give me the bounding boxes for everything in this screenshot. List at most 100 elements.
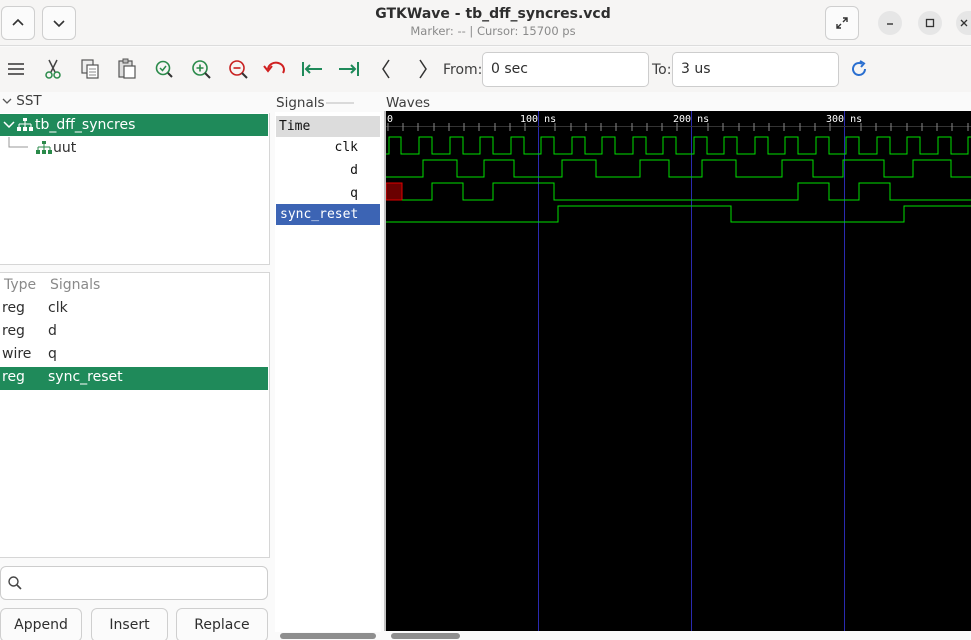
signal-list-row[interactable]: wire q xyxy=(0,344,268,367)
signals-scrollbar[interactable] xyxy=(280,633,376,639)
toolbar: From: 0 sec To: 3 us xyxy=(0,47,971,92)
hamburger-icon xyxy=(8,63,24,75)
signals-panel-header: Signals xyxy=(276,95,355,111)
maximize-button[interactable] xyxy=(918,11,942,35)
reload-button[interactable] xyxy=(845,55,873,83)
q-unknown-state xyxy=(386,182,403,201)
sync-reset-waveform xyxy=(386,205,971,223)
waveform-area[interactable]: 0 100 ns 200 ns 300 ns xyxy=(386,111,971,631)
tree-item-label: tb_dff_syncres xyxy=(35,117,136,133)
signals-panel: Time clk d q sync_reset xyxy=(275,112,381,632)
tree-branch-icon xyxy=(8,137,28,148)
zoom-out-button[interactable] xyxy=(224,55,252,83)
append-button[interactable]: Append xyxy=(0,608,82,640)
next-button[interactable] xyxy=(42,6,76,40)
waveform-canvas[interactable]: 0 100 ns 200 ns 300 ns xyxy=(386,111,971,631)
maximize-icon xyxy=(925,18,935,28)
signal-type: reg xyxy=(2,369,25,385)
header-bar: GTKWave - tb_dff_syncres.vcd Marker: -- … xyxy=(0,0,971,46)
jump-end-button[interactable] xyxy=(335,55,363,83)
replace-button[interactable]: Replace xyxy=(176,608,268,640)
col-type-header[interactable]: Type xyxy=(4,277,36,293)
time-tick-label: 200 ns xyxy=(673,114,709,125)
copy-icon xyxy=(81,59,99,79)
menu-button[interactable] xyxy=(2,55,30,83)
signal-name: sync_reset xyxy=(48,369,123,385)
signal-list-row-selected[interactable]: reg sync_reset xyxy=(0,367,268,390)
clk-waveform xyxy=(386,136,971,155)
zoom-in-icon xyxy=(192,60,211,79)
zoom-out-icon xyxy=(229,60,248,79)
scissors-icon xyxy=(45,59,61,79)
time-tick-label: 0 xyxy=(387,114,393,125)
insert-button[interactable]: Insert xyxy=(91,608,168,640)
signal-type-list: Type Signals reg clk reg d wire q reg sy… xyxy=(0,272,270,558)
search-icon xyxy=(8,576,22,590)
time-tick-label: 100 ns xyxy=(520,114,556,125)
waves-scrollbar[interactable] xyxy=(391,633,460,639)
close-button[interactable] xyxy=(956,11,971,35)
signal-list-row[interactable]: reg clk xyxy=(0,298,268,321)
signal-type: wire xyxy=(2,346,32,362)
sst-header[interactable]: SST xyxy=(0,93,270,113)
chevron-left-icon xyxy=(382,59,390,79)
undo-icon xyxy=(263,61,285,74)
tree-item-label: uut xyxy=(53,140,77,156)
chevron-down-icon xyxy=(53,20,65,28)
signal-name: clk xyxy=(48,300,68,316)
previous-edge-button[interactable] xyxy=(372,55,400,83)
minimize-button[interactable] xyxy=(878,11,902,35)
to-label: To: xyxy=(652,62,672,78)
next-edge-button[interactable] xyxy=(409,55,437,83)
signal-list-header: Type Signals xyxy=(0,273,268,297)
paste-button[interactable] xyxy=(113,55,141,83)
signal-search-input[interactable] xyxy=(0,566,268,600)
signal-name: q xyxy=(48,346,57,362)
fullscreen-button[interactable] xyxy=(825,6,859,40)
waves-header-label: Waves xyxy=(386,95,431,111)
window-title: GTKWave - tb_dff_syncres.vcd xyxy=(375,6,611,22)
zoom-in-button[interactable] xyxy=(187,55,215,83)
signal-type: reg xyxy=(2,323,25,339)
signal-row-clk[interactable]: clk xyxy=(276,137,380,158)
expander-down-icon xyxy=(2,98,12,104)
jump-to-end-icon xyxy=(339,62,359,76)
d-waveform xyxy=(386,159,971,178)
signal-type: reg xyxy=(2,300,25,316)
undo-zoom-button[interactable] xyxy=(261,55,289,83)
paste-icon xyxy=(118,58,136,79)
signal-row-q[interactable]: q xyxy=(276,183,380,204)
signal-list-row[interactable]: reg d xyxy=(0,321,268,344)
cut-button[interactable] xyxy=(39,55,67,83)
minimize-icon xyxy=(887,23,893,25)
header-rule xyxy=(325,102,354,104)
jump-start-button[interactable] xyxy=(298,55,326,83)
close-icon xyxy=(960,19,967,27)
copy-button[interactable] xyxy=(76,55,104,83)
expand-icon xyxy=(836,17,848,29)
time-row: Time xyxy=(276,116,380,137)
chevron-right-icon xyxy=(419,59,427,79)
window-subtitle: Marker: -- | Cursor: 15700 ps xyxy=(410,24,576,38)
zoom-fit-button[interactable] xyxy=(150,55,178,83)
previous-button[interactable] xyxy=(1,6,35,40)
col-signals-header[interactable]: Signals xyxy=(50,277,100,293)
signal-name: d xyxy=(48,323,57,339)
sst-header-label: SST xyxy=(16,93,42,109)
tree-item-uut[interactable]: uut xyxy=(0,137,268,159)
from-label: From: xyxy=(443,62,483,78)
tree-item-tb-dff-syncres[interactable]: tb_dff_syncres xyxy=(0,114,268,136)
signals-header-label: Signals xyxy=(276,95,325,111)
signal-row-sync-reset[interactable]: sync_reset xyxy=(276,204,380,225)
time-tick-label: 300 ns xyxy=(826,114,862,125)
q-waveform xyxy=(402,182,971,201)
from-input[interactable]: 0 sec xyxy=(482,52,649,87)
module-hierarchy-icon xyxy=(17,118,33,131)
zoom-fit-icon xyxy=(155,60,173,78)
expander-down-icon xyxy=(3,121,15,129)
signal-row-d[interactable]: d xyxy=(276,160,380,181)
module-icon xyxy=(36,141,52,154)
to-input[interactable]: 3 us xyxy=(672,52,839,87)
chevron-up-icon xyxy=(12,18,24,26)
reload-icon xyxy=(852,60,866,76)
